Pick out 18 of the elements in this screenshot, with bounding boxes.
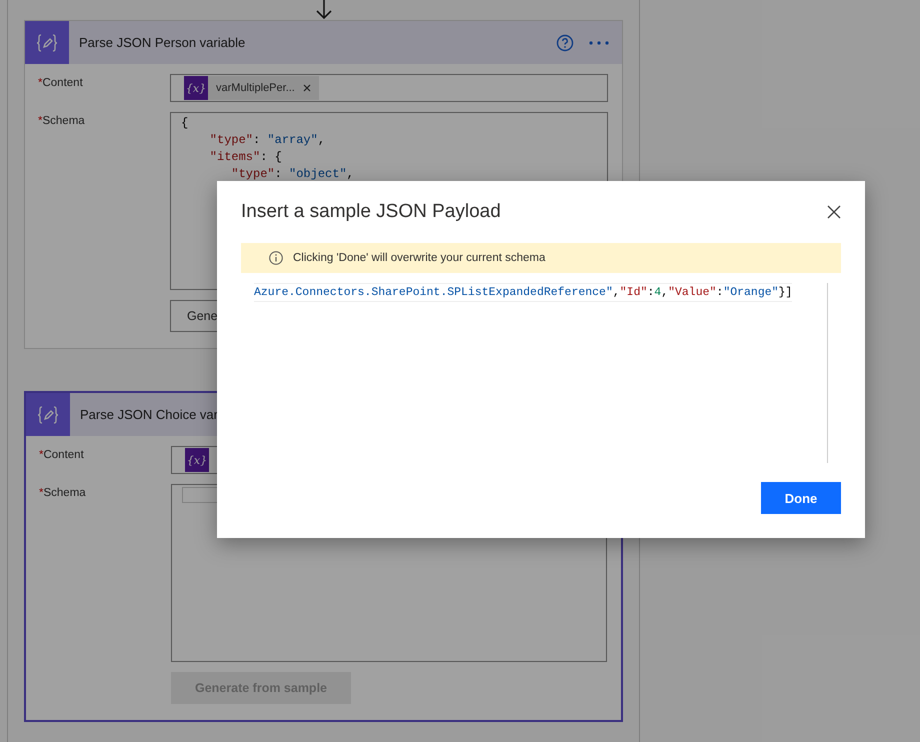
code-line: "type": "array", xyxy=(208,132,326,149)
field-label: Schema xyxy=(43,487,86,499)
code-line: Azure.Connectors.SharePoint.SPListExpandedReference","Id":4,"Value":"Orange"}] xyxy=(254,283,792,302)
dialog-title: Insert a sample JSON Payload xyxy=(241,201,501,223)
warning-text: Clicking 'Done' will overwrite your current schema xyxy=(293,252,546,264)
card-title: Parse JSON Person variable xyxy=(79,35,246,50)
variable-icon: {x} xyxy=(184,76,208,100)
field-label: Content xyxy=(42,77,83,89)
field-label: Content xyxy=(43,449,84,461)
required-mark: * xyxy=(38,77,42,89)
required-mark: * xyxy=(39,487,44,499)
required-mark: * xyxy=(39,449,44,461)
code-line: "items": { xyxy=(208,149,283,166)
required-mark: * xyxy=(38,115,42,127)
code-line: "type": "object", xyxy=(230,166,355,183)
card-title: Parse JSON Choice var xyxy=(80,407,219,422)
code-line: { xyxy=(181,115,190,132)
field-label: Schema xyxy=(42,115,85,127)
